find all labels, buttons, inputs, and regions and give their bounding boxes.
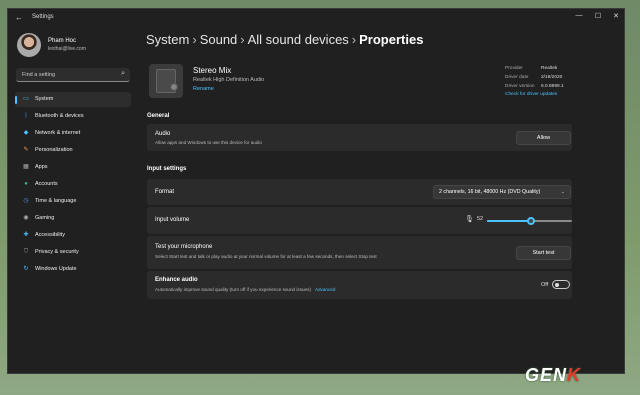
sidebar-item-personalization[interactable]: ✎ Personalization <box>15 143 131 158</box>
settings-window: ← Settings — ☐ ✕ Pham Hoc lexthai@live.c… <box>7 8 625 374</box>
close-icon[interactable]: ✕ <box>610 12 622 20</box>
breadcrumb-separator: › <box>192 32 197 47</box>
advanced-link[interactable]: Advanced <box>315 287 335 292</box>
driver-version-value: 6.0.8899.1 <box>541 84 564 89</box>
driver-date-value: 2/18/2020 <box>541 75 563 80</box>
sidebar-item-label: Time & language <box>35 198 77 204</box>
wifi-icon: ◆ <box>23 130 29 136</box>
watermark-part1: GEN <box>525 365 568 385</box>
volume-slider[interactable] <box>487 217 572 225</box>
user-email: lexthai@live.com <box>48 46 86 52</box>
rename-link[interactable]: Rename <box>193 86 214 92</box>
breadcrumb-separator: › <box>351 32 357 47</box>
sidebar-item-label: Network & internet <box>35 130 81 136</box>
app-title: Settings <box>32 14 54 20</box>
globe-clock-icon: ◷ <box>23 198 29 204</box>
format-card: Format 2 channels, 16 bit, 48000 Hz (DVD… <box>147 179 572 205</box>
provider-label: Provider <box>505 66 523 71</box>
title-bar: ← Settings — ☐ ✕ <box>8 9 624 27</box>
format-dropdown[interactable]: 2 channels, 16 bit, 48000 Hz (DVD Qualit… <box>433 185 571 199</box>
device-name: Stereo Mix <box>193 66 232 75</box>
sidebar-item-accounts[interactable]: ● Accounts <box>15 177 131 192</box>
apps-icon: ▦ <box>23 164 29 170</box>
active-indicator <box>15 96 17 104</box>
input-settings-heading: Input settings <box>147 166 187 172</box>
monitor-icon: ▭ <box>23 96 29 102</box>
enhance-audio-description: Automatically improve sound quality (tur… <box>155 287 335 292</box>
search-icon[interactable]: ⌕ <box>121 70 125 78</box>
back-arrow-icon[interactable]: ← <box>15 13 23 22</box>
audio-title: Audio <box>155 131 171 137</box>
sidebar-item-apps[interactable]: ▦ Apps <box>15 160 131 175</box>
brush-icon: ✎ <box>23 147 29 153</box>
sidebar-item-privacy-security[interactable]: ⛉ Privacy & security <box>15 245 131 260</box>
driver-version-label: Driver version <box>505 84 535 89</box>
format-title: Format <box>155 189 175 195</box>
test-microphone-title: Test your microphone <box>155 244 213 250</box>
test-microphone-description: Select Start test and talk or play audio… <box>155 254 377 259</box>
sidebar-item-label: System <box>35 96 54 102</box>
microphone-icon[interactable]: 🎙 <box>465 215 474 223</box>
person-icon: ● <box>24 181 28 187</box>
chevron-down-icon: ⌄ <box>560 189 565 195</box>
breadcrumb-item-sound[interactable]: Sound <box>200 32 238 47</box>
toggle-knob <box>555 282 559 287</box>
maximize-icon[interactable]: ☐ <box>592 12 604 20</box>
sidebar-item-label: Accounts <box>35 181 58 187</box>
sidebar-item-label: Apps <box>35 164 48 170</box>
sidebar-item-windows-update[interactable]: ↻ Windows Update <box>15 262 131 277</box>
breadcrumb-item-all-sound-devices[interactable]: All sound devices <box>248 32 349 47</box>
user-name: Pham Hoc <box>48 38 77 44</box>
provider-value: Realtek <box>541 66 558 71</box>
audio-card: Audio Allow apps and Windows to use this… <box>147 124 572 151</box>
bluetooth-icon: ᛒ <box>24 113 28 119</box>
allow-button[interactable]: Allow <box>516 131 571 145</box>
speaker-device-icon <box>149 64 183 98</box>
sidebar-item-label: Windows Update <box>35 266 77 272</box>
breadcrumb: System › Sound › All sound devices › Propertie… <box>146 32 423 47</box>
sidebar-item-bluetooth-devices[interactable]: ᛒ Bluetooth & devices <box>15 109 131 124</box>
enhance-audio-description-text: Automatically improve sound quality (tur… <box>155 287 311 292</box>
shield-icon: ⛉ <box>23 249 29 255</box>
enhance-audio-toggle[interactable] <box>552 280 570 289</box>
volume-value: 52 <box>477 216 484 222</box>
breadcrumb-separator: › <box>240 32 245 47</box>
enhance-toggle-state: Off <box>541 282 549 288</box>
search-input[interactable]: Find a setting ⌕ <box>16 68 130 82</box>
driver-date-label: Driver date <box>505 75 529 80</box>
search-placeholder: Find a setting <box>22 72 56 78</box>
sidebar-item-label: Accessibility <box>35 232 65 238</box>
general-heading: General <box>147 113 170 119</box>
format-value: 2 channels, 16 bit, 48000 Hz (DVD Qualit… <box>439 189 541 195</box>
watermark-part2: K <box>567 365 582 385</box>
sidebar-item-label: Privacy & security <box>35 249 79 255</box>
input-volume-title: Input volume <box>155 217 190 223</box>
page-title: Properties <box>359 32 424 47</box>
sidebar-item-accessibility[interactable]: ✚ Accessibility <box>15 228 131 243</box>
breadcrumb-item-system[interactable]: System <box>146 32 189 47</box>
sidebar-item-label: Bluetooth & devices <box>35 113 84 119</box>
sidebar-item-system[interactable]: ▭ System <box>15 92 131 107</box>
update-icon: ↻ <box>23 266 29 272</box>
enhance-audio-card: Enhance audio Automatically improve soun… <box>147 271 572 299</box>
gamepad-icon: ◉ <box>23 215 29 221</box>
check-driver-updates-link[interactable]: Check for driver updates <box>505 92 557 97</box>
enhance-audio-title: Enhance audio <box>155 277 198 283</box>
sidebar-item-time-language[interactable]: ◷ Time & language <box>15 194 131 209</box>
avatar[interactable] <box>17 33 41 57</box>
sidebar-item-label: Gaming <box>35 215 55 221</box>
device-subtitle: Realtek High Definition Audio <box>193 77 265 83</box>
accessibility-icon: ✚ <box>23 232 29 238</box>
volume-slider-thumb[interactable] <box>527 217 535 225</box>
minimize-icon[interactable]: — <box>573 12 585 19</box>
sidebar-item-label: Personalization <box>35 147 73 153</box>
test-microphone-card: Test your microphone Select Start test a… <box>147 236 572 269</box>
genk-watermark-logo: GENK <box>525 365 581 386</box>
volume-slider-fill <box>487 220 531 222</box>
sidebar-item-network-internet[interactable]: ◆ Network & internet <box>15 126 131 141</box>
input-volume-card: Input volume 🎙 52 <box>147 207 572 234</box>
audio-description: Allow apps and Windows to use this devic… <box>155 140 262 145</box>
start-test-button[interactable]: Start test <box>516 246 571 260</box>
sidebar-item-gaming[interactable]: ◉ Gaming <box>15 211 131 226</box>
